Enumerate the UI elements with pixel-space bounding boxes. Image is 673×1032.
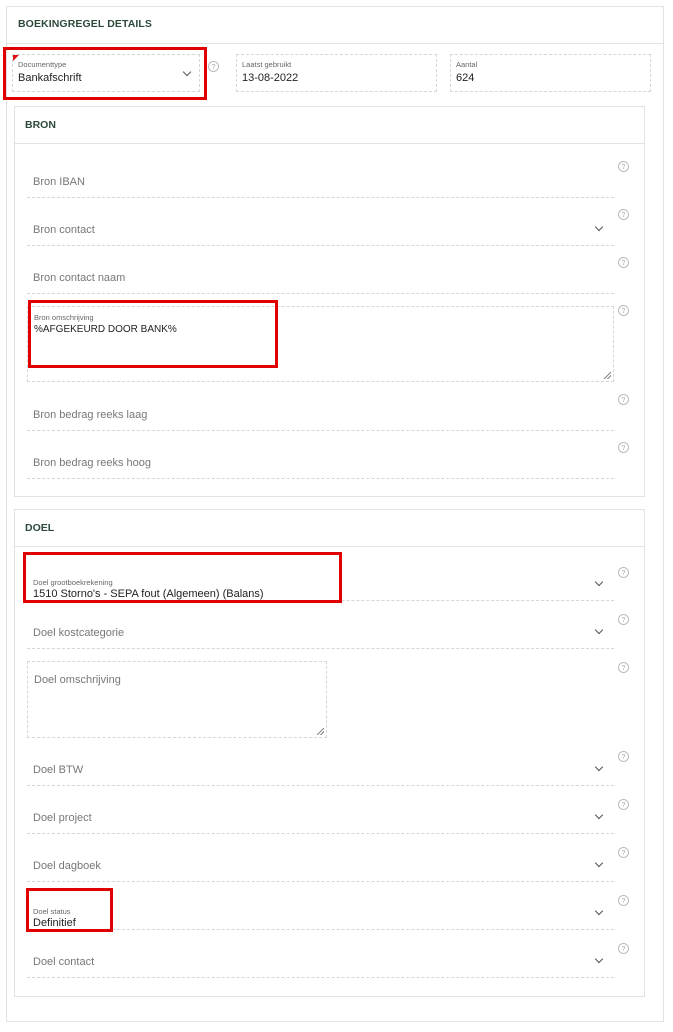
doel-section-title: DOEL: [25, 522, 55, 534]
chevron-down-icon: [594, 762, 604, 772]
doel-grootboekrekening-select[interactable]: Doel grootboekrekening 1510 Storno's - S…: [27, 558, 614, 601]
doel-project-placeholder: Doel project: [33, 812, 92, 824]
help-icon[interactable]: ?: [618, 799, 629, 810]
bron-section-header: BRON: [15, 107, 644, 144]
help-icon[interactable]: ?: [618, 209, 629, 220]
help-icon[interactable]: ?: [208, 61, 219, 72]
bron-bedrag-hoog-input[interactable]: Bron bedrag reeks hoog: [27, 436, 614, 479]
chevron-down-icon: [594, 625, 604, 635]
panel-title: BOEKINGREGEL DETAILS: [18, 18, 153, 30]
bron-section: BRON Bron IBAN ? Bron contact ? Bron con…: [14, 106, 645, 497]
laatst-gebruikt-value: 13-08-2022: [242, 72, 299, 84]
help-icon[interactable]: ?: [618, 567, 629, 578]
doel-section-header: DOEL: [15, 510, 644, 547]
laatst-gebruikt-label: Laatst gebruikt: [242, 60, 292, 69]
bron-section-title: BRON: [25, 119, 56, 131]
bron-bedrag-laag-placeholder: Bron bedrag reeks laag: [33, 409, 148, 421]
bron-iban-input[interactable]: Bron IBAN: [27, 155, 614, 198]
bron-bedrag-laag-input[interactable]: Bron bedrag reeks laag: [27, 388, 614, 431]
documenttype-value: Bankafschrift: [18, 72, 82, 84]
doel-contact-placeholder: Doel contact: [33, 956, 95, 968]
doel-grootboekrekening-value: 1510 Storno's - SEPA fout (Algemeen) (Ba…: [33, 588, 264, 600]
resize-handle[interactable]: [604, 372, 611, 379]
help-icon[interactable]: ?: [618, 394, 629, 405]
chevron-down-icon: [594, 954, 604, 964]
bron-contact-naam-placeholder: Bron contact naam: [33, 272, 126, 284]
doel-dagboek-placeholder: Doel dagboek: [33, 860, 101, 872]
documenttype-label: Documenttype: [18, 60, 67, 69]
bron-bedrag-hoog-placeholder: Bron bedrag reeks hoog: [33, 457, 152, 469]
chevron-down-icon: [594, 906, 604, 916]
bron-omschrijving-value: %AFGEKEURD DOOR BANK%: [34, 324, 177, 335]
doel-status-label: Doel status: [33, 907, 71, 916]
chevron-down-icon: [594, 222, 604, 232]
bron-omschrijving-label: Bron omschrijving: [34, 313, 94, 322]
doel-dagboek-select[interactable]: Doel dagboek: [27, 839, 614, 882]
documenttype-select[interactable]: Documenttype Bankafschrift: [12, 54, 200, 92]
doel-project-select[interactable]: Doel project: [27, 791, 614, 834]
help-icon[interactable]: ?: [618, 305, 629, 316]
chevron-down-icon: [594, 858, 604, 868]
bron-omschrijving-textarea[interactable]: Bron omschrijving %AFGEKEURD DOOR BANK%: [27, 306, 614, 382]
bron-contact-naam-input[interactable]: Bron contact naam: [27, 251, 614, 294]
bron-contact-select[interactable]: Bron contact: [27, 203, 614, 246]
help-icon[interactable]: ?: [618, 943, 629, 954]
doel-kostcategorie-placeholder: Doel kostcategorie: [33, 627, 125, 639]
doel-btw-placeholder: Doel BTW: [33, 764, 84, 776]
help-icon[interactable]: ?: [618, 614, 629, 625]
doel-omschrijving-placeholder: Doel omschrijving: [34, 674, 121, 686]
help-icon[interactable]: ?: [618, 161, 629, 172]
resize-handle[interactable]: [317, 728, 324, 735]
help-icon[interactable]: ?: [618, 442, 629, 453]
doel-contact-select[interactable]: Doel contact: [27, 935, 614, 978]
aantal-value: 624: [456, 72, 475, 84]
laatst-gebruikt-field: Laatst gebruikt 13-08-2022: [236, 54, 437, 92]
chevron-down-icon: [182, 67, 192, 77]
doel-omschrijving-textarea[interactable]: Doel omschrijving: [27, 661, 327, 738]
aantal-field: Aantal 624: [450, 54, 651, 92]
panel-header: BOEKINGREGEL DETAILS: [7, 7, 663, 44]
help-icon[interactable]: ?: [618, 257, 629, 268]
help-icon[interactable]: ?: [618, 847, 629, 858]
doel-kostcategorie-select[interactable]: Doel kostcategorie: [27, 606, 614, 649]
help-icon[interactable]: ?: [618, 662, 629, 673]
help-icon[interactable]: ?: [618, 895, 629, 906]
doel-btw-select[interactable]: Doel BTW: [27, 743, 614, 786]
bron-contact-placeholder: Bron contact: [33, 224, 95, 236]
doel-status-select[interactable]: Doel status Definitief: [27, 887, 614, 930]
chevron-down-icon: [594, 577, 604, 587]
help-icon[interactable]: ?: [618, 751, 629, 762]
bron-iban-placeholder: Bron IBAN: [33, 176, 85, 188]
doel-grootboekrekening-label: Doel grootboekrekening: [33, 578, 113, 587]
aantal-label: Aantal: [456, 60, 478, 69]
chevron-down-icon: [594, 810, 604, 820]
doel-section: DOEL Doel grootboekrekening 1510 Storno'…: [14, 509, 645, 997]
doel-status-value: Definitief: [33, 917, 76, 929]
